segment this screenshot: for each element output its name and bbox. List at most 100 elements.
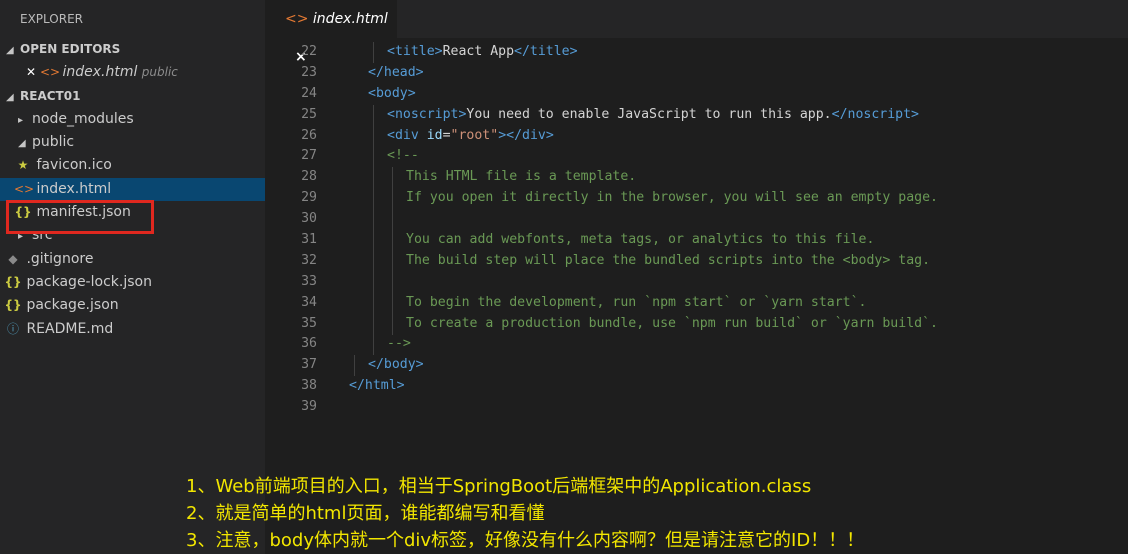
html-file-icon: <> bbox=[40, 65, 61, 80]
chevron-down-icon: ◢ bbox=[18, 138, 26, 150]
code-token: </head> bbox=[368, 64, 424, 80]
code-line: 28 This HTML file is a template. bbox=[265, 167, 1128, 189]
code-line: 39 bbox=[265, 397, 1128, 418]
code-token: To begin the development, run `npm start… bbox=[406, 294, 867, 310]
line-number: 26 bbox=[301, 127, 317, 143]
annotation-note: 2、就是简单的html页面，谁能都编写和看懂 bbox=[186, 503, 545, 524]
line-number: 30 bbox=[301, 211, 317, 227]
line-number: 35 bbox=[301, 315, 317, 331]
tree-item-label: package-lock.json bbox=[26, 273, 152, 290]
tab-index-html[interactable]: <> index.html× bbox=[265, 0, 397, 65]
tree-item-label: README.md bbox=[26, 320, 114, 337]
close-icon[interactable]: ✕ bbox=[22, 61, 40, 84]
code-token: <title> bbox=[387, 44, 443, 59]
line-number: 22 bbox=[301, 44, 317, 59]
code-line: 32 The build step will place the bundled … bbox=[265, 250, 1128, 272]
code-line: 29 If you open it directly in the browser… bbox=[265, 188, 1128, 210]
line-number: 23 bbox=[301, 64, 317, 80]
code-line: 35 To create a production bundle, use `np… bbox=[265, 313, 1128, 335]
open-editors-header[interactable]: ◢ OPEN EDITORS bbox=[0, 38, 265, 61]
tree-item-index-html[interactable]: <> index.html bbox=[0, 177, 265, 202]
line-number: 36 bbox=[301, 336, 317, 352]
code-line: 37 </body> bbox=[265, 355, 1128, 377]
line-number: 31 bbox=[301, 232, 317, 248]
project-label: REACT01 bbox=[20, 88, 81, 103]
tree-item-label: index.html bbox=[36, 180, 112, 197]
code-line: 27 <!-- bbox=[265, 146, 1128, 168]
code-line: 34 To begin the development, run `npm sta… bbox=[265, 292, 1128, 314]
code-line: 31 You can add webfonts, meta tags, or an… bbox=[265, 230, 1128, 252]
code-editor[interactable]: 22 <title>React App</title> 23 </head> 24 <… bbox=[265, 42, 1128, 418]
code-line: 38 </html> bbox=[265, 376, 1128, 397]
annotation-note: 1、Web前端项目的入口，相当于SpringBoot后端框架中的Applicat… bbox=[186, 476, 812, 497]
project-header[interactable]: ◢ REACT01 bbox=[0, 85, 265, 108]
tree-item-readme[interactable]: ⓘ README.md bbox=[0, 318, 265, 341]
line-number: 28 bbox=[301, 169, 317, 185]
tree-item-package-lock[interactable]: {} package-lock.json bbox=[0, 271, 265, 294]
tree-item-label: public bbox=[32, 134, 75, 151]
code-token: The build step will place the bundled sc… bbox=[406, 252, 931, 268]
line-number: 27 bbox=[301, 148, 317, 164]
tab-bar: <> index.html× bbox=[265, 0, 1128, 65]
code-token: <!-- bbox=[387, 148, 419, 164]
open-editors-label: OPEN EDITORS bbox=[20, 42, 121, 56]
tree-item-label: package.json bbox=[26, 297, 119, 314]
chevron-down-icon: ◢ bbox=[6, 91, 14, 103]
tree-item-gitignore[interactable]: ◆ .gitignore bbox=[0, 248, 265, 271]
code-token: </title> bbox=[514, 44, 578, 59]
code-token: <div bbox=[387, 127, 427, 143]
code-line: 25 <noscript>You need to enable JavaScrip… bbox=[265, 104, 1128, 126]
open-editor-folder: public bbox=[141, 65, 178, 80]
json-file-icon: {} bbox=[4, 274, 22, 289]
tree-item-label: favicon.ico bbox=[36, 157, 112, 174]
line-number: 37 bbox=[301, 357, 317, 373]
code-line: 23 </head> bbox=[265, 63, 1128, 84]
code-line: 36 --> bbox=[265, 334, 1128, 356]
code-line: 30 bbox=[265, 209, 1128, 231]
code-token: ></div> bbox=[498, 127, 554, 143]
code-token: id bbox=[426, 127, 443, 143]
line-number: 34 bbox=[301, 294, 317, 310]
tree-item-node-modules[interactable]: ▸ node_modules bbox=[0, 108, 265, 131]
line-number: 33 bbox=[301, 273, 317, 289]
code-token: To create a production bundle, use `npm … bbox=[406, 315, 938, 331]
code-token: </body> bbox=[368, 357, 424, 373]
tree-item-label: node_modules bbox=[32, 110, 134, 127]
code-token: <noscript> bbox=[387, 106, 467, 122]
html-file-icon: <> bbox=[14, 181, 35, 196]
highlight-box bbox=[6, 200, 154, 234]
line-number: 39 bbox=[301, 399, 317, 415]
line-number: 24 bbox=[301, 85, 317, 101]
code-token: </noscript> bbox=[831, 106, 919, 122]
tree-item-public[interactable]: ◢ public bbox=[0, 131, 265, 154]
code-line: 24 <body> bbox=[265, 84, 1128, 105]
tab-label: index.html bbox=[312, 11, 388, 27]
star-icon: ★ bbox=[17, 158, 29, 173]
html-file-icon: <> bbox=[285, 11, 309, 27]
tree-item-favicon[interactable]: ★ favicon.ico bbox=[0, 154, 265, 177]
info-icon: ⓘ bbox=[6, 321, 19, 336]
code-token: --> bbox=[387, 336, 411, 352]
code-token: "root" bbox=[450, 127, 499, 143]
open-editor-item[interactable]: ✕ <> index.html public bbox=[0, 61, 265, 84]
code-token: You can add webfonts, meta tags, or anal… bbox=[406, 232, 875, 248]
line-number: 25 bbox=[301, 106, 317, 122]
chevron-right-icon: ▸ bbox=[18, 114, 24, 126]
code-token: </html> bbox=[349, 378, 405, 394]
code-token: If you open it directly in the browser, … bbox=[406, 190, 938, 206]
code-line: 26 <div id="root"></div> bbox=[265, 125, 1128, 147]
tree-item-package[interactable]: {} package.json bbox=[0, 294, 265, 317]
annotation-note: 3、注意，body体内就一个div标签，好像没有什么内容啊？但是请注意它的ID！… bbox=[186, 530, 865, 551]
git-icon: ◆ bbox=[8, 251, 18, 266]
explorer-title: EXPLORER bbox=[20, 12, 83, 26]
open-editor-filename: index.html bbox=[62, 64, 138, 81]
code-token: You need to enable JavaScript to run thi… bbox=[466, 106, 832, 122]
line-number: 38 bbox=[301, 378, 317, 394]
code-line: 33 bbox=[265, 271, 1128, 293]
line-number: 29 bbox=[301, 190, 317, 206]
code-token: React App bbox=[442, 44, 515, 59]
chevron-down-icon: ◢ bbox=[6, 45, 14, 56]
explorer-sidebar: EXPLORER ◢ OPEN EDITORS ✕ <> index.html pu… bbox=[0, 0, 265, 554]
code-token: = bbox=[442, 127, 451, 143]
annotation-notes: 1、Web前端项目的入口，相当于SpringBoot后端框架中的Applicat… bbox=[186, 473, 864, 554]
